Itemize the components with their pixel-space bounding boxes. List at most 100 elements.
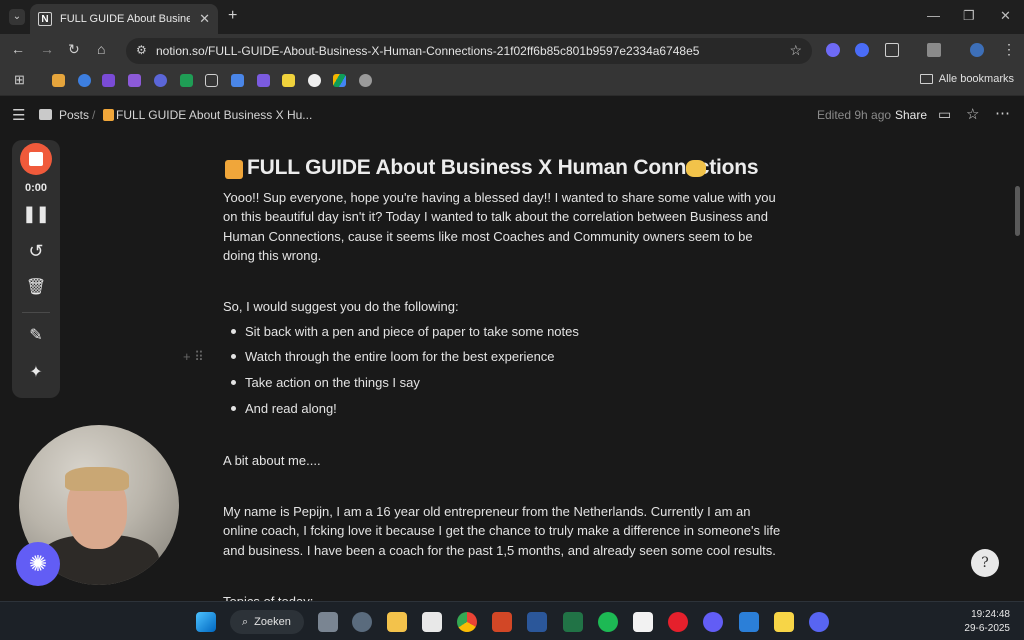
extensions-puzzle-icon[interactable] [885,43,899,57]
taskbar-search-label: Zoeken [254,616,291,628]
address-bar[interactable]: ⚙ notion.so/FULL-GUIDE-About-Business-X-… [126,38,812,64]
loom-app-icon[interactable] [703,612,723,632]
profile-avatar-icon[interactable] [970,43,984,57]
store-icon[interactable] [422,612,442,632]
google-drive-icon[interactable] [333,74,346,87]
browser-toolbar: ← → ↻ ⌂ ⚙ notion.so/FULL-GUIDE-About-Bus… [0,34,1024,66]
block-add-icon[interactable]: + ⠿ [183,349,204,365]
delete-trash-icon[interactable]: 🗑 [12,277,60,297]
suggest-paragraph[interactable]: So, I would suggest you do the following… [223,297,788,316]
pause-icon[interactable]: ❚❚ [12,204,60,224]
close-icon[interactable]: ✕ [199,11,210,27]
restart-icon[interactable]: ↺ [12,241,60,262]
edited-status: Edited 9h ago [817,108,892,122]
page-scrollbar[interactable] [1015,186,1020,236]
loom-menu-button[interactable]: ✺ [16,542,60,586]
share-button[interactable]: Share [895,108,927,122]
bookmark-4-icon[interactable] [128,74,141,87]
powerpoint-icon[interactable] [492,612,512,632]
breadcrumb-page[interactable]: FULL GUIDE About Business X Hu... [116,108,312,122]
page-title[interactable]: FULL GUIDE About Business X Human Connec… [247,156,759,180]
sidebar-menu-icon[interactable]: ☰ [12,106,25,124]
spotify-icon[interactable] [598,612,618,632]
clock-date: 29-6-2025 [964,623,1010,634]
bookmark-1-icon[interactable] [52,74,65,87]
list-item[interactable]: Sit back with a pen and piece of paper t… [231,324,579,339]
apple-icon[interactable] [359,74,372,87]
reload-icon[interactable]: ↻ [68,41,80,58]
tab-title: FULL GUIDE About Business X H [60,13,190,25]
confetti-icon[interactable]: ✦ [12,362,60,382]
taskbar-search[interactable]: ⌕ Zoeken [230,610,304,634]
sticky-notes-icon[interactable] [774,612,794,632]
bookmark-5-icon[interactable] [154,74,167,87]
tab-search-icon[interactable]: ⌄ [9,9,25,25]
minimize-icon[interactable]: — [927,8,940,23]
title-emoji-icon [225,160,243,179]
url-text: notion.so/FULL-GUIDE-About-Business-X-Hu… [156,44,700,58]
bookmark-8-icon[interactable] [231,74,244,87]
divider [22,312,50,313]
site-info-icon[interactable]: ⚙ [136,43,147,57]
all-bookmarks-label: Alle bookmarks [938,73,1014,85]
intro-paragraph[interactable]: Yooo!! Sup everyone, hope you're having … [223,188,788,265]
bullet-dot [231,329,236,334]
browser-menu-icon[interactable]: ⋮ [1002,41,1016,58]
chrome-icon[interactable] [457,612,477,632]
apps-grid-icon[interactable]: ⊞ [14,72,25,88]
window-close-icon[interactable]: ✕ [1000,8,1011,24]
start-icon[interactable] [196,612,216,632]
bookmark-9-icon[interactable] [257,74,270,87]
settings-gear-icon[interactable] [352,612,372,632]
bookmark-10-icon[interactable] [282,74,295,87]
handshake-emoji-icon [686,160,706,177]
system-clock[interactable]: 19:24:48 29-6-2025 [964,608,1010,636]
breadcrumb-posts[interactable]: Posts [59,108,89,122]
extension-2-icon[interactable] [855,43,869,57]
extension-1-icon[interactable] [826,43,840,57]
restore-icon[interactable]: ❐ [963,8,975,24]
list-item[interactable]: Take action on the things I say [231,375,420,390]
bullet-dot [231,354,236,359]
bookmark-11-icon[interactable] [308,74,321,87]
app-blue-icon[interactable] [739,612,759,632]
draw-edit-icon[interactable]: ✎ [12,325,60,345]
translate-icon[interactable] [927,43,941,57]
bookmark-6-icon[interactable] [180,74,193,87]
bullet-dot [231,380,236,385]
favorite-star-icon[interactable]: ☆ [966,105,979,123]
windows-taskbar: ⌕ Zoeken 19:24:48 29-6-2025 [0,601,1024,640]
search-icon: ⌕ [242,615,249,628]
bookmark-3-icon[interactable] [102,74,115,87]
excel-icon[interactable] [563,612,583,632]
bookmark-star-icon[interactable]: ☆ [789,42,802,59]
capcut-icon[interactable] [633,612,653,632]
back-icon[interactable]: ← [11,41,25,57]
new-tab-icon[interactable]: + [228,7,237,25]
task-view-icon[interactable] [318,612,338,632]
bookmark-7-icon[interactable] [205,74,218,87]
discord-icon[interactable] [809,612,829,632]
opera-icon[interactable] [668,612,688,632]
stop-recording-button[interactable] [20,143,52,175]
list-item[interactable]: Watch through the entire loom for the be… [231,349,555,364]
help-icon[interactable]: ? [971,549,999,577]
loom-timer: 0:00 [24,182,48,194]
camera-person-hair [65,467,129,491]
browser-tab-strip: ⌄ N FULL GUIDE About Business X H ✕ + — … [0,0,1024,34]
more-options-icon[interactable]: ⋯ [995,104,1010,122]
bookmark-2-icon[interactable] [78,74,91,87]
all-bookmarks[interactable]: Alle bookmarks [919,73,1014,85]
forward-icon[interactable]: → [40,41,54,57]
list-item[interactable]: And read along! [231,401,337,416]
active-tab[interactable]: N FULL GUIDE About Business X H ✕ [30,4,218,34]
posts-page-icon [39,109,52,120]
breadcrumb-separator: / [92,108,96,122]
home-icon[interactable]: ⌂ [97,41,105,57]
loom-control-panel: 0:00 ❚❚ ↺ 🗑 ✎ ✦ [12,140,60,398]
comments-icon[interactable]: ▭ [938,106,951,123]
file-explorer-icon[interactable] [387,612,407,632]
word-icon[interactable] [527,612,547,632]
about-heading[interactable]: A bit about me.... [223,451,788,470]
about-paragraph[interactable]: My name is Pepijn, I am a 16 year old en… [223,502,788,560]
